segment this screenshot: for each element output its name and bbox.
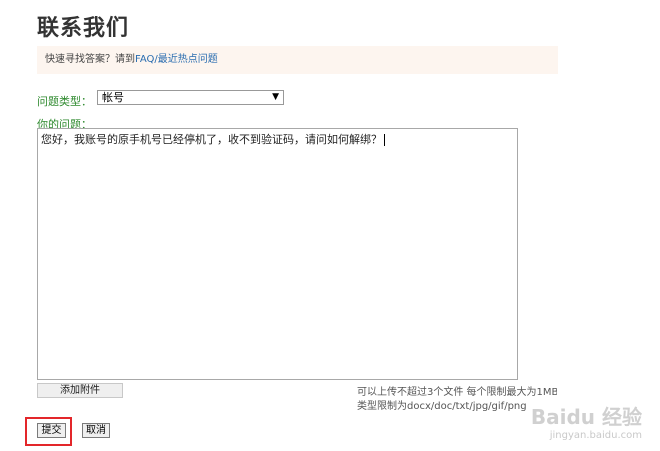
watermark: Baidu 经验 jingyan.baidu.com: [531, 401, 642, 441]
question-textarea[interactable]: 您好，我账号的原手机号已经停机了，收不到验证码，请问如何解绑？: [37, 128, 518, 380]
question-type-value: 帐号: [102, 91, 124, 104]
question-type-select[interactable]: 帐号 ▼: [97, 90, 284, 105]
faq-link[interactable]: FAQ/最近热点问题: [135, 54, 218, 65]
upload-hint: 可以上传不超过3个文件 每个限制最大为1MB 类型限制为docx/doc/txt…: [357, 386, 557, 414]
cancel-button[interactable]: 取消: [82, 423, 110, 438]
add-attachment-button[interactable]: 添加附件: [37, 383, 123, 398]
question-type-label: 问题类型：: [37, 95, 92, 108]
upload-hint-line1: 可以上传不超过3个文件 每个限制最大为1MB: [357, 387, 557, 398]
upload-hint-line2: 类型限制为docx/doc/txt/jpg/gif/png: [357, 401, 527, 412]
text-caret: [384, 134, 385, 146]
faq-prefix: 快速寻找答案？请到: [45, 54, 135, 65]
faq-banner: 快速寻找答案？请到FAQ/最近热点问题: [37, 46, 558, 74]
page-title: 联系我们: [37, 16, 130, 41]
dropdown-arrow-icon: ▼: [272, 92, 279, 102]
question-text: 您好，我账号的原手机号已经停机了，收不到验证码，请问如何解绑？: [41, 133, 382, 146]
submit-button[interactable]: 提交: [37, 423, 66, 438]
watermark-logo: Baidu 经验: [530, 405, 642, 429]
watermark-url: jingyan.baidu.com: [549, 430, 642, 441]
